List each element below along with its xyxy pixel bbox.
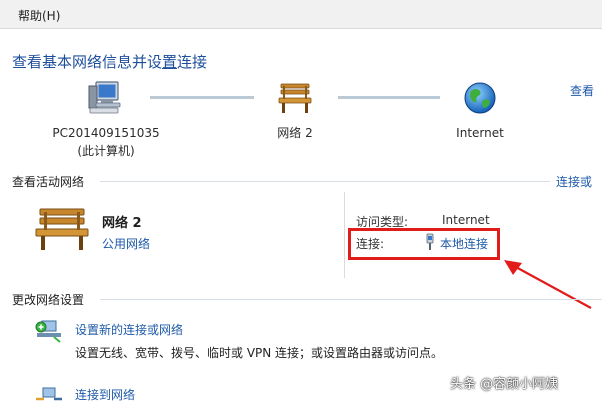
connector-line-2 [338,96,440,99]
red-highlight-box [348,228,500,260]
bench-icon [278,83,312,113]
active-network-vertical-divider [344,192,345,278]
page-title: 查看基本网络信息并设置连接 [12,51,207,72]
watermark-text: 头条 @容颜小阿姨 [450,377,559,392]
new-connection-icon [35,320,61,343]
network-type-link[interactable]: 公用网络 [102,235,150,252]
internet-node-label: Internet [456,126,504,140]
setup-new-connection-link[interactable]: 设置新的连接或网络 [75,321,183,338]
menu-help[interactable]: 帮助(H) [18,7,60,24]
active-networks-divider [100,181,550,182]
public-network-bench-icon[interactable] [32,203,92,253]
setup-new-connection-description: 设置无线、宽带、拨号、临时或 VPN 连接；或设置路由器或访问点。 [75,346,444,360]
connect-disconnect-link[interactable]: 连接或 [556,173,592,190]
see-full-map-link[interactable]: 查看 [570,82,594,99]
computer-icon [88,81,121,114]
active-networks-header: 查看活动网络 [12,175,85,189]
map-node-computer[interactable]: PC201409151035 (此计算机) [40,80,172,160]
network-node-label: 网络 2 [277,126,313,140]
page-title-accel: 置 [162,53,178,71]
connect-to-network-link[interactable]: 连接到网络 [75,386,135,403]
change-settings-header: 更改网络设置 [12,293,85,307]
computer-name: PC201409151035 [52,126,160,140]
active-network-name: 网络 2 [102,216,142,231]
globe-icon [464,82,496,114]
change-settings-divider [100,299,602,300]
red-annotation-arrow [504,260,592,309]
computer-sub: (此计算机) [77,144,135,158]
map-node-network[interactable]: 网络 2 [250,80,340,142]
page-title-suffix: 连接 [177,53,208,71]
page-title-prefix: 查看基本网络信息并设 [12,53,163,71]
menu-bar: 帮助(H) [0,0,602,29]
connect-to-network-icon [36,387,62,401]
access-type-value: Internet [442,213,490,227]
connector-line-1 [150,96,254,99]
map-node-internet[interactable]: Internet [440,80,520,142]
